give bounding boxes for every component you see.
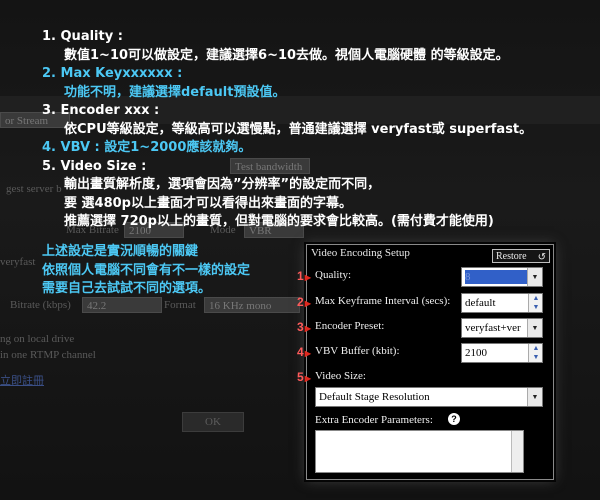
marker-4: 4▶ [297,345,311,359]
spin-down-icon: ▼ [532,303,540,311]
spin-up-icon: ▲ [532,294,540,302]
chevron-down-icon[interactable]: ▼ [527,319,542,337]
marker-arrow-icon: ▶ [304,324,311,333]
video-size-line-1: 輸出畫質解析度，選項會因為”分辨率”的設定而不同， [64,177,381,192]
keyframe-spinner[interactable]: ▲ ▼ [528,294,542,312]
step-3-desc: 依CPU等級設定，等級高可以選慢點，普通建議選擇 veryfast或 super… [64,121,533,137]
marker-2: 2▶ [297,295,311,309]
bg-register-link: 立即註冊 [0,375,44,387]
marker-1: 1▶ [297,269,311,283]
spin-up-icon: ▲ [532,344,540,352]
help-icon[interactable]: ? [448,413,460,425]
video-size-dropdown[interactable]: Default Stage Resolution ▼ [315,387,543,407]
video-encoding-setup-panel: Video Encoding Setup Restore ↺ 1▶ Qualit… [297,244,554,480]
bg-ok-button: OK [182,412,244,432]
marker-arrow-icon: ▶ [304,374,311,383]
video-size-value: Default Stage Resolution [319,391,430,403]
step-2-title: 2. Max Keyxxxxxx : [42,66,183,81]
step-1-desc: 數值1~10可以做設定，建議選擇6~10去做。視個人電腦硬體 的等級設定。 [64,47,509,63]
bg-kbps-label: Bitrate (kbps) [10,299,71,311]
quality-value: 8 [465,270,527,284]
spin-down-icon: ▼ [532,353,540,361]
chevron-down-icon[interactable]: ▼ [527,388,542,406]
vbv-label: 4▶ VBV Buffer (kbit): [297,345,400,359]
step-2-desc: 功能不明，建議選擇default預設值。 [64,84,286,100]
bg-format-label: Format [164,299,196,311]
extra-params-label: Extra Encoder Parameters: [315,414,433,426]
keyframe-label: 2▶ Max Keyframe Interval (secs): [297,295,451,309]
step-5-title: 5. Video Size : [42,158,147,174]
marker-3: 3▶ [297,320,311,334]
bg-preset-label: veryfast [0,256,36,268]
textarea-scrollbar[interactable] [511,431,523,472]
vbv-spinner[interactable]: ▲ ▼ [528,344,542,362]
note-line-2: 依照個人電腦不同會有不一樣的設定 [42,262,251,278]
step-1-title: 1. Quality : [42,29,123,44]
marker-5: 5▶ [297,370,311,384]
restore-button[interactable]: Restore ↺ [492,249,550,263]
note-line-3: 需要自己去試試不同的選項。 [42,281,212,296]
bg-kbps-field: 42.2 [82,297,162,313]
chevron-down-icon[interactable]: ▼ [527,268,542,286]
keyframe-stepper[interactable]: default ▲ ▼ [461,293,543,313]
summary-note: 上述設定是實況順暢的關鍵 依照個人電腦不同會有不一樣的設定 需要自己去試試不同的… [42,243,250,299]
extra-params-textarea[interactable] [315,430,524,473]
video-size-line-3: 推薦選擇 720p以上的畫質，但對電腦的要求會比較高。(需付費才能使用) [64,214,494,229]
panel-title: Video Encoding Setup [311,247,410,259]
restore-icon: ↺ [537,252,546,263]
vbv-buffer-stepper[interactable]: 2100 ▲ ▼ [461,343,543,363]
video-size-label: 5▶ Video Size: [297,370,366,384]
bg-rtmp-text: in one RTMP channel [0,349,96,361]
quality-label: 1▶ Quality: [297,269,352,283]
vbv-value: 2100 [465,347,487,359]
marker-arrow-icon: ▶ [304,349,311,358]
quality-dropdown[interactable]: 8 ▼ [461,267,543,287]
step-3-title: 3. Encoder xxx : [42,103,160,118]
bg-format-field: 16 KHz mono [204,297,300,313]
marker-arrow-icon: ▶ [304,299,311,308]
keyframe-value: default [465,297,496,309]
step-4-title: 4. VBV : 設定1~2000應該就夠。 [42,140,252,155]
marker-arrow-icon: ▶ [304,273,311,282]
restore-label: Restore [496,251,527,262]
video-size-line-2: 要 選480p以上畫面才可以看得出來畫面的字幕。 [64,195,352,211]
bg-local-drive-text: ng on local drive [0,333,75,345]
encoder-preset-dropdown[interactable]: veryfast+ver ▼ [461,318,543,338]
preset-value: veryfast+ver [465,322,521,334]
preset-label: 3▶ Encoder Preset: [297,320,385,334]
note-line-1: 上述設定是實況順暢的關鍵 [42,244,199,259]
instruction-steps: 1. Quality : 數值1~10可以做設定，建議選擇6~10去做。視個人電… [42,28,532,232]
